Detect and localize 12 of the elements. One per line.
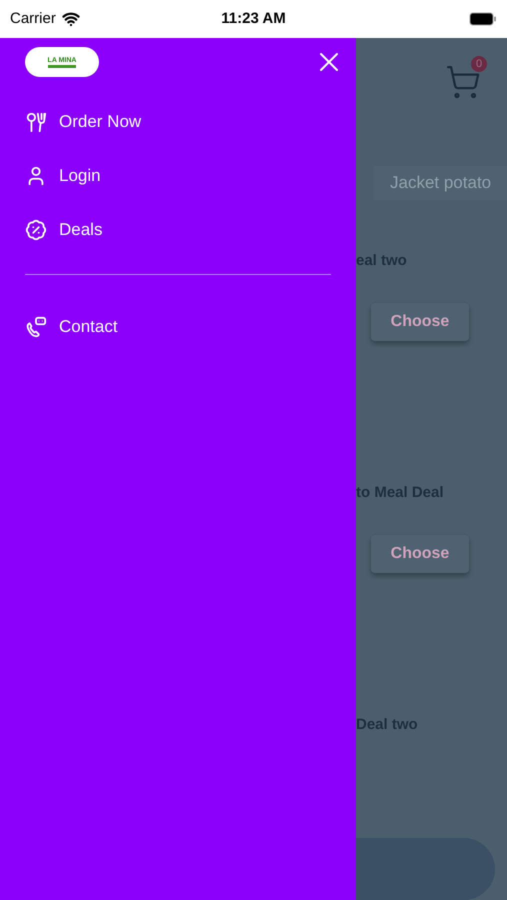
status-time: 11:23 AM bbox=[221, 8, 286, 29]
phone-chat-icon bbox=[25, 316, 47, 338]
wifi-icon bbox=[62, 10, 80, 28]
cart-count-badge: 0 bbox=[471, 56, 487, 72]
menu-item[interactable]: Contact bbox=[25, 300, 331, 354]
battery-icon bbox=[468, 12, 497, 26]
discount-badge-icon bbox=[25, 219, 47, 241]
spoon-fork-icon bbox=[25, 111, 47, 133]
menu-item[interactable]: Order Now bbox=[25, 95, 331, 149]
menu-item[interactable]: Login bbox=[25, 149, 331, 203]
menu-item[interactable]: Deals bbox=[25, 203, 331, 257]
carrier-label: Carrier bbox=[10, 8, 56, 29]
